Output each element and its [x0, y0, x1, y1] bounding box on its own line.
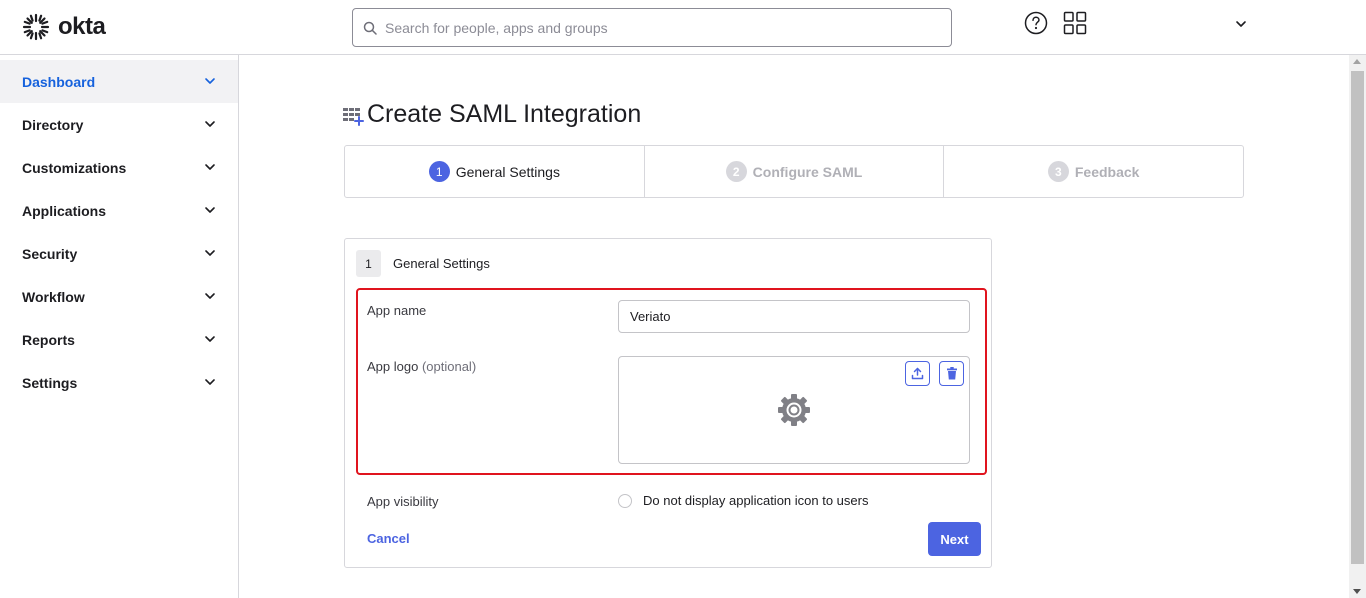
- step-number: 2: [725, 161, 747, 182]
- okta-sunburst-icon: [22, 13, 50, 41]
- chevron-down-icon: [205, 164, 215, 170]
- chevron-down-icon: [205, 78, 215, 84]
- scroll-up-arrow-icon[interactable]: [1353, 59, 1361, 64]
- top-header: okta: [0, 0, 1366, 55]
- step-label: Configure SAML: [752, 163, 863, 180]
- step-feedback: 3 Feedback: [944, 146, 1243, 197]
- page-title: Create SAML Integration: [343, 100, 641, 129]
- sidebar-item-label: Settings: [22, 374, 78, 391]
- logo-text: okta: [58, 13, 106, 40]
- sidebar-item-label: Directory: [22, 116, 84, 133]
- step-general-settings: 1 General Settings: [345, 146, 645, 197]
- sidebar-nav: Dashboard Directory Customizations Appli…: [0, 55, 239, 598]
- app-logo-label-text: App logo: [367, 359, 419, 374]
- chevron-down-icon: [205, 336, 215, 342]
- step-label: Feedback: [1074, 163, 1140, 180]
- wizard-stepper: 1 General Settings 2 Configure SAML 3 Fe…: [344, 145, 1244, 198]
- app-name-label: App name: [367, 303, 427, 318]
- hide-icon-checkbox-label: Do not display application icon to users: [643, 493, 869, 508]
- chevron-down-icon[interactable]: [1234, 17, 1248, 31]
- app-logo-dropzone[interactable]: [618, 356, 970, 464]
- next-button[interactable]: Next: [928, 522, 981, 556]
- chevron-down-icon: [205, 293, 215, 299]
- sidebar-item-label: Dashboard: [22, 73, 96, 90]
- sidebar-item-label: Security: [22, 245, 78, 262]
- chevron-down-icon: [205, 250, 215, 256]
- chevron-down-icon: [205, 379, 215, 385]
- sidebar-item-settings[interactable]: Settings: [0, 361, 238, 404]
- sidebar-item-label: Customizations: [22, 159, 127, 176]
- app-name-value: Veriato: [630, 309, 671, 324]
- trash-icon: [946, 367, 957, 380]
- search-input[interactable]: [385, 19, 945, 36]
- section-number-badge: 1: [356, 250, 381, 277]
- upload-logo-button[interactable]: [905, 361, 930, 386]
- card-header: 1 General Settings: [356, 250, 490, 277]
- general-settings-card: 1 General Settings App name Veriato App …: [344, 238, 992, 568]
- optional-tag: (optional): [421, 359, 477, 374]
- upload-icon: [911, 367, 924, 380]
- step-number: 3: [1047, 161, 1069, 182]
- search-icon: [363, 21, 377, 35]
- sidebar-item-label: Reports: [22, 331, 75, 348]
- step-number: 1: [428, 161, 450, 182]
- chevron-down-icon: [205, 207, 215, 213]
- chevron-down-icon: [205, 121, 215, 127]
- app-grid-add-icon: [343, 107, 364, 126]
- scrollbar-thumb[interactable]: [1351, 71, 1364, 564]
- sidebar-item-security[interactable]: Security: [0, 232, 238, 275]
- delete-logo-button[interactable]: [939, 361, 964, 386]
- global-search[interactable]: [352, 8, 952, 47]
- app-logo-label: App logo (optional): [367, 359, 476, 374]
- step-configure-saml: 2 Configure SAML: [645, 146, 945, 197]
- sidebar-item-workflow[interactable]: Workflow: [0, 275, 238, 318]
- help-icon[interactable]: [1024, 11, 1048, 35]
- hide-icon-checkbox-row[interactable]: Do not display application icon to users: [618, 493, 868, 508]
- sidebar-item-directory[interactable]: Directory: [0, 103, 238, 146]
- gear-icon: [778, 394, 810, 426]
- okta-logo[interactable]: okta: [22, 12, 106, 42]
- sidebar-item-reports[interactable]: Reports: [0, 318, 238, 361]
- apps-grid-icon[interactable]: [1063, 11, 1087, 35]
- sidebar-item-dashboard[interactable]: Dashboard: [0, 60, 238, 103]
- app-visibility-label: App visibility: [367, 494, 439, 509]
- sidebar-item-applications[interactable]: Applications: [0, 189, 238, 232]
- page-title-text: Create SAML Integration: [367, 100, 642, 128]
- hide-icon-checkbox[interactable]: [618, 493, 632, 508]
- app-name-input[interactable]: Veriato: [618, 300, 970, 333]
- card-heading: General Settings: [393, 256, 490, 271]
- page-scrollbar[interactable]: [1349, 55, 1366, 598]
- cancel-button[interactable]: Cancel: [367, 531, 410, 546]
- sidebar-item-customizations[interactable]: Customizations: [0, 146, 238, 189]
- sidebar-item-label: Workflow: [22, 288, 85, 305]
- sidebar-item-label: Applications: [22, 202, 107, 219]
- step-label: General Settings: [455, 163, 560, 180]
- scroll-down-arrow-icon[interactable]: [1353, 589, 1361, 594]
